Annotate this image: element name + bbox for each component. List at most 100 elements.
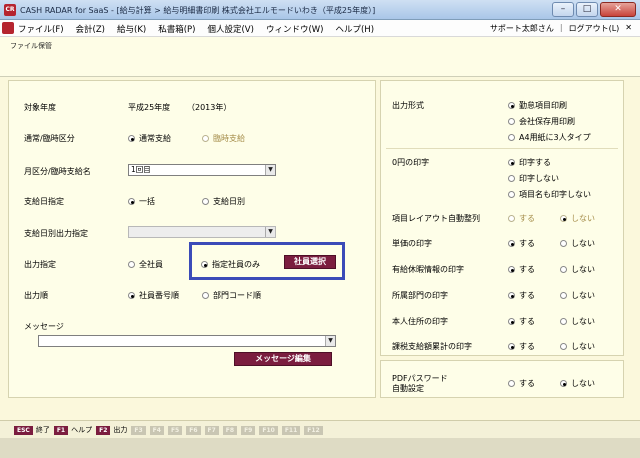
order-number-radio[interactable]: 社員番号順 [128,290,179,301]
format-option-1[interactable]: 会社保存用印刷 [508,116,575,127]
fkey-f1[interactable]: F1 ヘルプ [53,425,93,435]
month-select[interactable]: 1回目 ▼ [128,164,276,176]
chevron-down-icon[interactable]: ▼ [265,165,275,175]
radio-dot [202,135,209,142]
radio-dot [508,175,515,182]
type-special-radio[interactable]: 臨時支給 [202,133,245,144]
menu-file[interactable]: ファイル(F) [18,23,64,35]
zero-option-1[interactable]: 印字しない [508,173,559,184]
unit-yes-radio[interactable]: する [508,238,535,249]
unit-no-radio[interactable]: しない [560,238,595,249]
radio-dot [202,198,209,205]
select-employee-button[interactable]: 社員選択 [284,255,336,269]
menu-window[interactable]: ウィンドウ(W) [266,23,324,35]
paydate-output-select[interactable]: ▼ [128,226,276,238]
fkey-cap: F2 [96,425,111,435]
yes-label: する [519,239,535,248]
menu-help[interactable]: ヘルプ(H) [335,23,374,35]
maximize-button[interactable]: □ [576,2,598,17]
fkey-cap: F10 [259,425,278,435]
message-label: メッセージ [24,322,64,331]
logout-link[interactable]: ログアウト(L) [569,23,620,34]
menu-close-icon[interactable]: ✕ [625,23,632,34]
minimize-button[interactable]: – [552,2,574,17]
format-option-0[interactable]: 勤怠項目印刷 [508,100,567,111]
chevron-down-icon[interactable]: ▼ [265,227,275,237]
type-special-label: 臨時支給 [213,134,245,143]
address-no-radio[interactable]: しない [560,316,595,327]
fkey-f8: F8 [222,425,238,435]
radio-dot [508,191,515,198]
fkey-cap: F4 [149,425,164,435]
close-button[interactable]: ✕ [600,2,636,17]
address-yes-radio[interactable]: する [508,316,535,327]
message-select[interactable]: ▼ [38,335,336,347]
layout-no-radio[interactable]: しない [560,213,595,224]
file-storage-label[interactable]: ファイル保管 [10,41,52,51]
no-label: しない [571,265,595,274]
pdf-no-radio[interactable]: しない [560,378,595,389]
address-label: 本人住所の印字 [392,317,448,326]
type-regular-radio[interactable]: 通常支給 [128,133,171,144]
format-option-2[interactable]: A4用紙に3人タイプ [508,132,591,143]
divider [386,148,618,149]
layout-yes-radio[interactable]: する [508,213,535,224]
format-label: 出力形式 [392,101,424,110]
leave-no-radio[interactable]: しない [560,264,595,275]
order-dept-radio[interactable]: 部門コード順 [202,290,261,301]
layout-label: 項目レイアウト自動整列 [392,214,480,223]
radio-dot [508,102,515,109]
output-all-label: 全社員 [139,260,163,269]
paydate-each-radio[interactable]: 支給日別 [202,196,245,207]
zero-option-2[interactable]: 項目名も印字しない [508,189,591,200]
paydate-label: 支給日指定 [24,197,64,206]
paydate-bulk-radio[interactable]: 一括 [128,196,155,207]
pdf-yes-radio[interactable]: する [508,378,535,389]
menu-mailbox[interactable]: 私書箱(P) [158,23,195,35]
month-select-value: 1回目 [131,165,151,174]
fkey-esc[interactable]: ESC 終了 [14,425,50,435]
fkey-f2[interactable]: F2 出力 [96,425,127,435]
radio-dot [560,343,567,350]
radio-dot [508,159,515,166]
dept-label: 所属部門の印字 [392,291,448,300]
fkey-label: ヘルプ [71,426,93,434]
leave-yes-radio[interactable]: する [508,264,535,275]
dept-yes-radio[interactable]: する [508,290,535,301]
message-edit-button[interactable]: メッセージ編集 [234,352,332,366]
fkey-cap: F6 [186,425,201,435]
output-all-radio[interactable]: 全社員 [128,259,163,270]
tax-yes-radio[interactable]: する [508,341,535,352]
fkey-cap: F5 [167,425,183,435]
fkey-cap: F11 [281,425,301,435]
output-selected-radio[interactable]: 指定社員のみ [201,259,260,270]
fkey-f9: F9 [241,425,256,435]
radio-dot [508,292,515,299]
format-option-label: 勤怠項目印刷 [519,101,567,110]
tax-no-radio[interactable]: しない [560,341,595,352]
month-label: 月区分/臨時支給名 [24,167,91,176]
pdf-label-line2: 自動設定 [392,384,424,393]
fkey-f4: F4 [149,425,164,435]
menu-accounting[interactable]: 会計(Z) [76,23,105,35]
app-logo-icon: CR [4,4,16,16]
bottom-bar [0,438,640,458]
menu-personal-settings[interactable]: 個人設定(V) [207,23,253,35]
output-selected-label: 指定社員のみ [212,260,260,269]
menu-salary[interactable]: 給与(K) [117,23,146,35]
order-number-label: 社員番号順 [139,291,179,300]
radio-dot [508,134,515,141]
radio-dot [508,266,515,273]
title-bar: CR CASH RADAR for SaaS - [給与計算 > 給与明細書印刷… [0,0,640,20]
dept-no-radio[interactable]: しない [560,290,595,301]
settings-panel [8,80,376,398]
fkey-cap: ESC [14,425,33,435]
menu-separator: | [559,23,563,32]
zero-label: 0円の印字 [392,158,430,167]
chevron-down-icon[interactable]: ▼ [325,336,335,346]
radio-dot [508,240,515,247]
type-label: 通常/臨時区分 [24,134,75,143]
yes-label: する [519,214,535,223]
zero-option-0[interactable]: 印字する [508,157,551,168]
leave-label: 有給休暇情報の印字 [392,265,464,274]
